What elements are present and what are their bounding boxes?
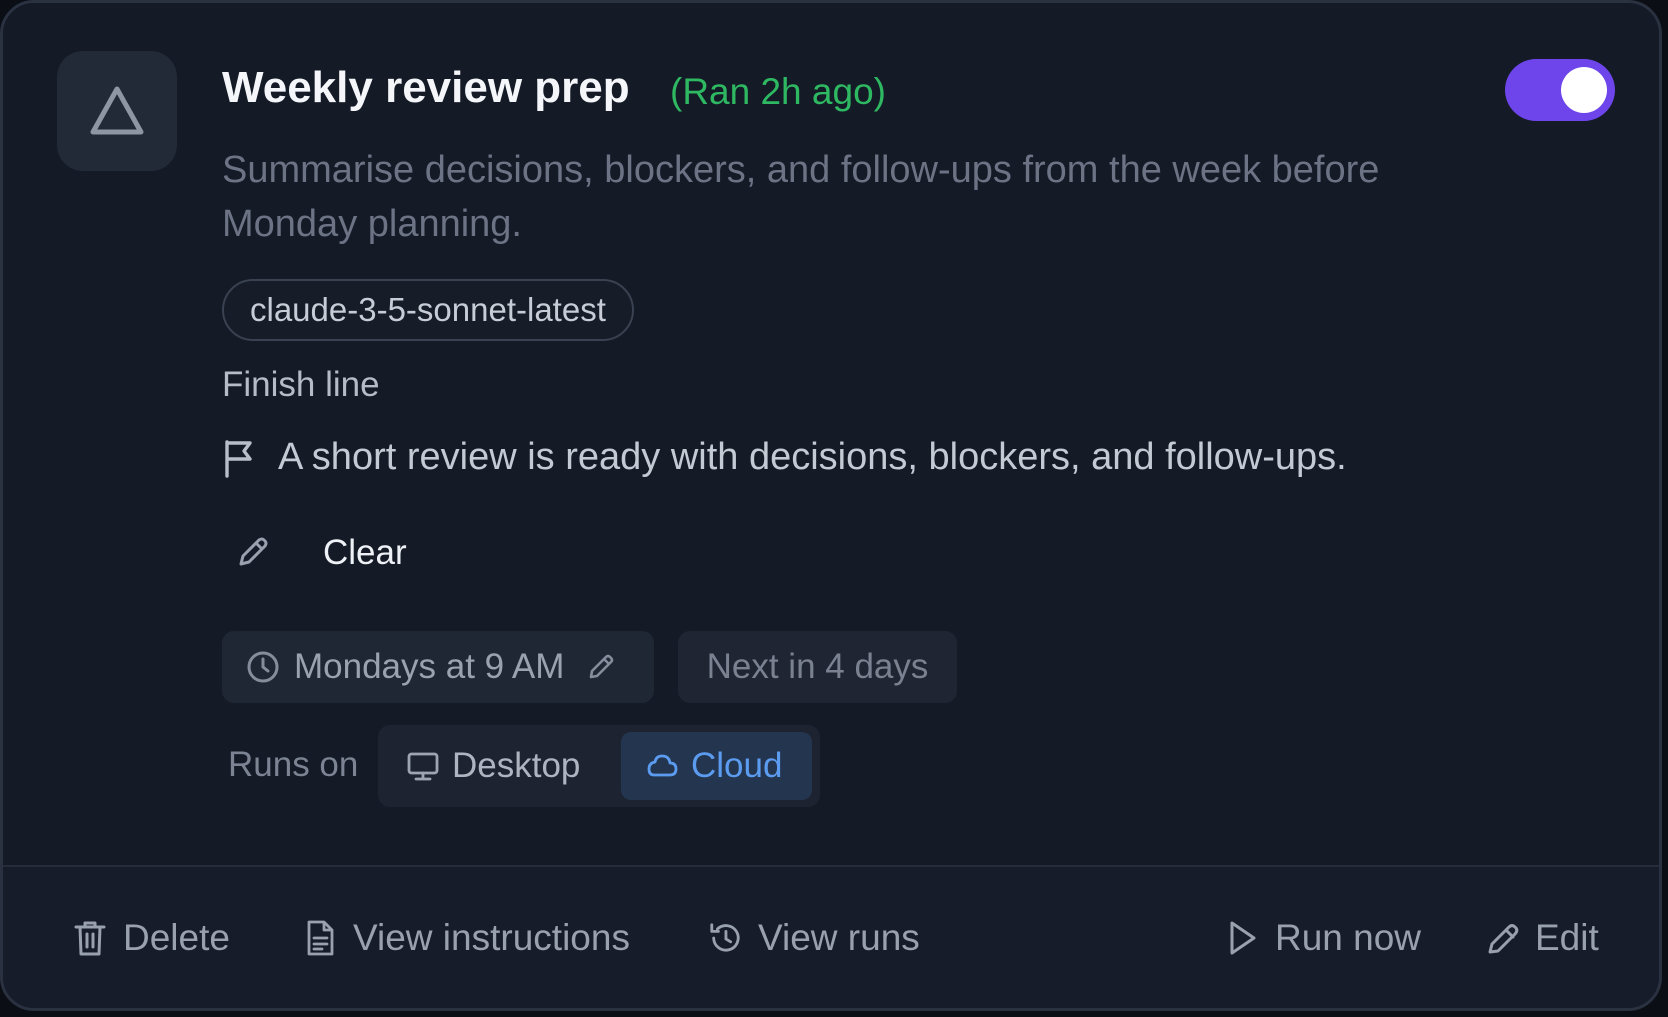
edit-label: Edit — [1535, 916, 1599, 958]
task-card: Weekly review prep (Ran 2h ago) Summaris… — [0, 0, 1662, 1011]
toggle-knob — [1561, 67, 1607, 113]
cloud-icon — [647, 754, 678, 777]
run-now-button[interactable]: Run now — [1225, 867, 1421, 1008]
finish-line-row: A short review is ready with decisions, … — [222, 436, 1347, 479]
delete-button[interactable]: Delete — [73, 867, 230, 1008]
finish-line-text: A short review is ready with decisions, … — [278, 436, 1347, 478]
delete-label: Delete — [123, 916, 230, 958]
cloud-label: Cloud — [691, 746, 783, 785]
play-icon — [1230, 921, 1256, 954]
card-body: Weekly review prep (Ran 2h ago) Summaris… — [3, 3, 1659, 871]
triangle-icon — [90, 86, 144, 135]
schedule-pill[interactable]: Mondays at 9 AM — [222, 631, 654, 703]
next-run-pill: Next in 4 days — [678, 631, 957, 703]
document-icon — [307, 920, 334, 955]
monitor-icon — [407, 752, 439, 781]
task-description: Summarise decisions, blockers, and follo… — [222, 149, 1380, 245]
card-footer: Delete View instructions View runs Run n… — [3, 865, 1659, 1008]
view-instructions-label: View instructions — [353, 916, 630, 958]
schedule-text: Mondays at 9 AM — [294, 647, 565, 686]
trash-icon — [74, 921, 106, 955]
desktop-label: Desktop — [452, 746, 581, 785]
enable-toggle[interactable] — [1505, 59, 1615, 121]
view-runs-button[interactable]: View runs — [708, 867, 920, 1008]
edit-schedule-pencil-icon[interactable] — [586, 652, 616, 682]
edit-button[interactable]: Edit — [1485, 867, 1599, 1008]
runs-on-label: Runs on — [228, 745, 359, 784]
task-icon-tile — [57, 51, 177, 171]
history-icon — [710, 922, 740, 952]
view-runs-label: View runs — [758, 916, 920, 958]
view-instructions-button[interactable]: View instructions — [303, 867, 630, 1008]
finish-line-label: Finish line — [222, 365, 380, 404]
pencil-icon[interactable] — [233, 534, 271, 572]
model-chip[interactable]: claude-3-5-sonnet-latest — [222, 279, 634, 341]
pencil-icon — [1488, 923, 1519, 953]
last-run-status: (Ran 2h ago) — [670, 71, 886, 112]
clear-button[interactable]: Clear — [323, 533, 407, 573]
clear-row[interactable]: Clear — [233, 533, 407, 573]
run-now-label: Run now — [1275, 916, 1422, 958]
runs-on-cloud-option[interactable]: Cloud — [621, 732, 812, 800]
clock-icon — [247, 651, 279, 683]
flag-icon — [225, 439, 252, 478]
runs-on-segmented-control: Desktop Cloud — [378, 725, 820, 807]
task-title: Weekly review prep — [222, 63, 630, 112]
runs-on-desktop-option[interactable]: Desktop — [406, 732, 580, 800]
